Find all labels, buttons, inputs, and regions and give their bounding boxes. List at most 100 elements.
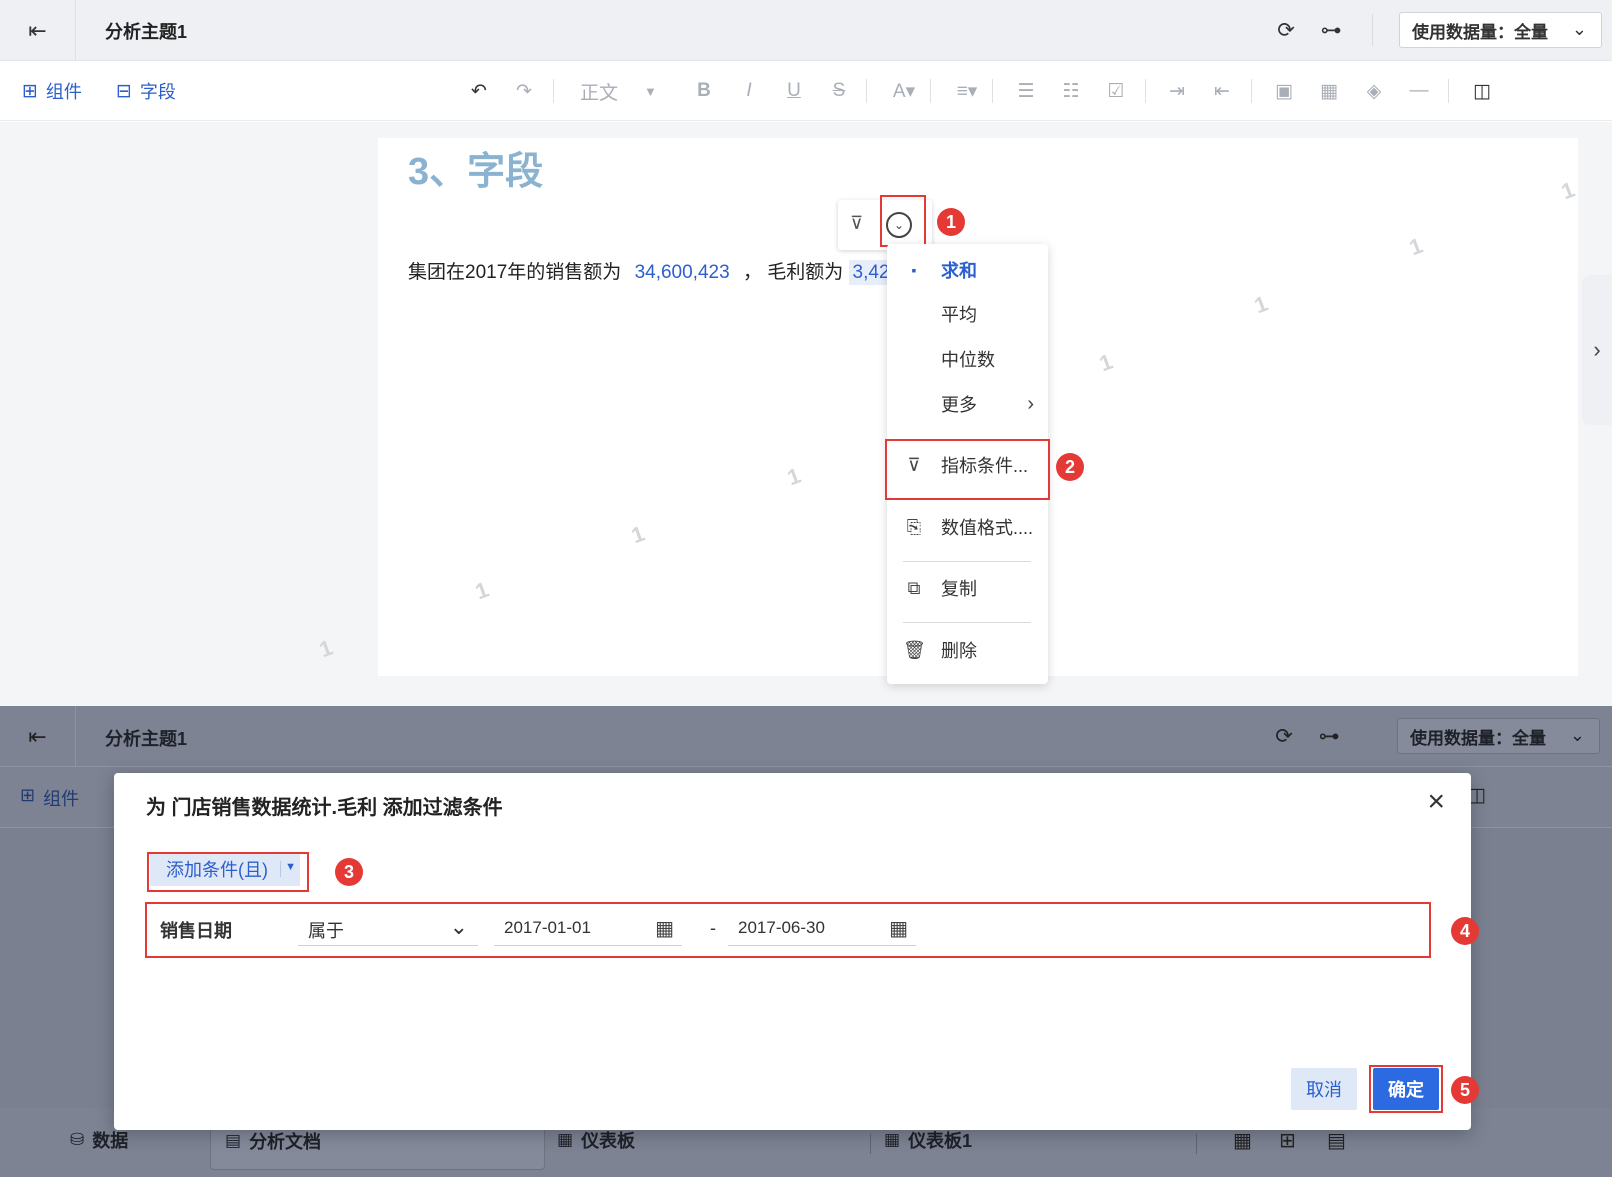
divider: [1251, 79, 1252, 103]
relation-icon: ⊶: [1318, 724, 1340, 748]
menu-item-label: 中位数: [941, 350, 995, 370]
dialog-title: 为 门店销售数据统计.毛利 添加过滤条件: [146, 797, 503, 819]
sales-field-value[interactable]: 34,600,423: [635, 262, 730, 283]
filter-button[interactable]: ⊽: [850, 213, 863, 234]
menu-item-label: 数值格式....: [941, 518, 1034, 538]
horizontal-rule-icon: —: [1409, 80, 1429, 101]
exit-icon: ⇤: [28, 723, 47, 749]
text-style-select[interactable]: 正文 ▼: [580, 77, 670, 105]
refresh-button[interactable]: ⟳: [1270, 722, 1298, 750]
component-button[interactable]: ⊞ 组件: [22, 78, 82, 104]
component-icon: ⊞: [22, 80, 38, 102]
italic-button[interactable]: I: [737, 77, 761, 105]
chevron-right-icon: ›: [1027, 392, 1034, 415]
redo-button[interactable]: ↷: [510, 77, 538, 105]
data-amount-select[interactable]: 使用数据量：全量 ⌄: [1399, 12, 1602, 48]
format-paint-button[interactable]: ◈: [1360, 77, 1388, 105]
page-title: 分析主题1: [105, 729, 188, 749]
component-icon: ⊞: [20, 785, 36, 805]
outdent-icon: ⇤: [1214, 80, 1230, 102]
database-icon: ⛁: [70, 1130, 85, 1149]
add-component-icon: ⊞: [1279, 1130, 1296, 1152]
close-button[interactable]: ×: [1427, 785, 1445, 819]
menu-item-number-format[interactable]: ⎘ 数值格式....: [887, 508, 1048, 546]
component-button[interactable]: ⊞ 组件: [20, 785, 79, 811]
right-panel-toggle[interactable]: ›: [1582, 275, 1612, 425]
menu-item-sum[interactable]: ▪ 求和: [887, 251, 1048, 289]
field-icon: ⊟: [116, 80, 132, 102]
divider: [1448, 79, 1449, 103]
data-amount-label: 使用数据量：全量: [1412, 22, 1548, 42]
highlight-box: [1369, 1065, 1443, 1113]
menu-item-label: 更多: [941, 395, 977, 415]
menu-item-more[interactable]: 更多 ›: [887, 385, 1048, 423]
back-button[interactable]: ⇤: [0, 0, 76, 61]
image-icon: ▣: [1275, 80, 1293, 102]
section-heading: 3、字段: [408, 151, 544, 193]
step-badge: 5: [1451, 1076, 1479, 1104]
highlight-box: [880, 195, 926, 247]
bullet-list-button[interactable]: ☰: [1012, 77, 1040, 105]
format-paint-icon: ◈: [1366, 80, 1382, 102]
tab-label: 数据: [92, 1131, 129, 1151]
bold-button[interactable]: B: [692, 77, 716, 105]
divider: [553, 79, 554, 103]
page-title: 分析主题1: [105, 22, 188, 42]
numbered-list-button[interactable]: ☷: [1057, 77, 1085, 105]
menu-item-average[interactable]: 平均: [887, 295, 1048, 333]
page-layout-button[interactable]: ◫: [1468, 77, 1496, 105]
step-badge: 1: [937, 208, 965, 236]
add-document-button[interactable]: ▤: [1327, 1128, 1346, 1153]
numbered-list-icon: ☷: [1062, 80, 1080, 102]
document-icon: ▤: [225, 1131, 242, 1150]
image-button[interactable]: ▣: [1270, 77, 1298, 105]
dashboard-icon: ▦: [557, 1130, 574, 1149]
cancel-button[interactable]: 取消: [1291, 1068, 1357, 1110]
align-button[interactable]: ≡▾: [950, 77, 984, 105]
divider: [1196, 1134, 1197, 1154]
add-component-button[interactable]: ⊞: [1279, 1128, 1296, 1153]
underline-icon: U: [787, 80, 801, 101]
menu-item-label: 平均: [941, 305, 977, 325]
horizontal-rule-button[interactable]: —: [1405, 77, 1433, 105]
divider: [870, 1134, 871, 1154]
data-amount-select[interactable]: 使用数据量：全量 ⌄: [1397, 718, 1600, 754]
menu-item-median[interactable]: 中位数: [887, 340, 1048, 378]
checklist-button[interactable]: ☑: [1102, 77, 1130, 105]
relation-button[interactable]: ⊶: [1317, 16, 1345, 44]
underline-button[interactable]: U: [782, 77, 806, 105]
highlight-box: [147, 852, 309, 892]
indent-button[interactable]: ⇥: [1163, 77, 1191, 105]
menu-divider: [903, 622, 1031, 623]
menu-item-label: 复制: [941, 579, 977, 599]
undo-icon: ↶: [471, 80, 487, 102]
add-chart-icon: ▦: [1233, 1130, 1252, 1152]
tab-label: 分析文档: [249, 1132, 322, 1152]
divider: [1145, 79, 1146, 103]
menu-item-copy[interactable]: ⧉ 复制: [887, 569, 1048, 607]
field-button[interactable]: ⊟ 字段: [116, 78, 176, 104]
strikethrough-button[interactable]: S: [827, 77, 851, 105]
italic-icon: I: [746, 80, 752, 101]
divider: [992, 79, 993, 103]
number-format-icon: ⎘: [906, 516, 922, 537]
tab-label: 仪表板1: [908, 1131, 973, 1151]
back-button[interactable]: ⇤: [0, 706, 76, 767]
document-sentence: 集团在2017年的销售额为 34,600,423 ， 毛利额为 3,429: [408, 257, 905, 285]
menu-divider: [903, 561, 1031, 562]
sentence-text: 集团在2017年的销售额为: [408, 262, 622, 283]
caret-down-icon: ▼: [644, 83, 657, 99]
menu-item-delete[interactable]: 🗑 删除: [887, 631, 1048, 669]
relation-button[interactable]: ⊶: [1315, 722, 1343, 750]
outdent-button[interactable]: ⇤: [1208, 77, 1236, 105]
close-icon: ×: [1427, 785, 1445, 818]
font-color-button[interactable]: A▾: [888, 77, 920, 105]
undo-button[interactable]: ↶: [465, 77, 493, 105]
app-header: ⇤ 分析主题1 ⟳ ⊶ 使用数据量：全量 ⌄: [0, 706, 1612, 767]
divider: [1372, 14, 1373, 46]
table-button[interactable]: ▦: [1315, 77, 1343, 105]
chevron-down-icon: ⌄: [1569, 725, 1585, 745]
refresh-button[interactable]: ⟳: [1272, 16, 1300, 44]
relation-icon: ⊶: [1320, 18, 1342, 42]
add-dashboard-button[interactable]: ▦: [1233, 1128, 1252, 1153]
